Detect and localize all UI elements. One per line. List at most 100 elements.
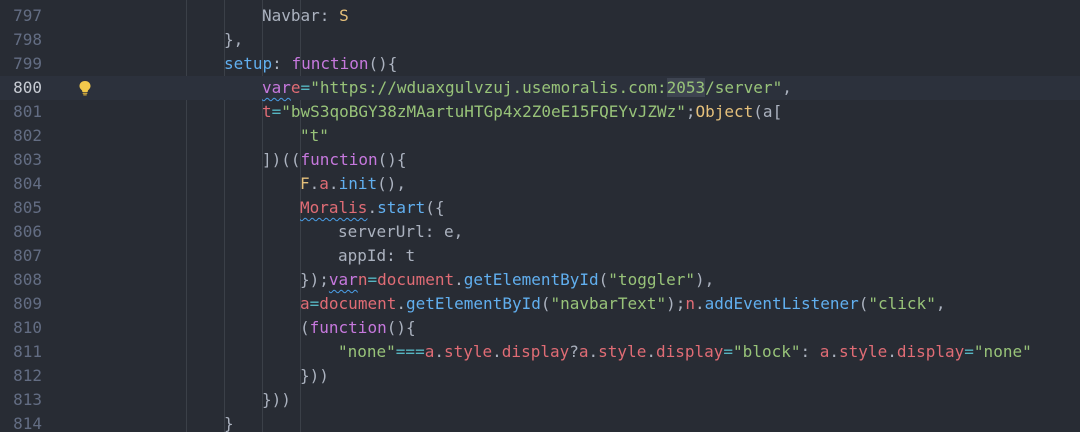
code-token: appId: [338, 246, 387, 265]
code-token: (){: [377, 150, 407, 169]
code-token: e: [290, 78, 301, 97]
code-token: "none": [338, 342, 396, 361]
code-line[interactable]: 803 ])((function(){: [0, 148, 1080, 172]
line-number: 802: [13, 126, 42, 145]
code-token: (a[: [753, 102, 783, 121]
code-token: t: [262, 102, 272, 121]
line-number: 801: [13, 102, 42, 121]
line-number: 807: [13, 246, 42, 265]
code-token: getElementById: [463, 270, 599, 289]
code-token: });: [300, 270, 329, 289]
code-token: function: [309, 318, 387, 337]
code-token: function: [300, 150, 378, 169]
code-token: .: [646, 342, 656, 361]
code-token: ,: [782, 78, 792, 97]
code-text: },: [224, 28, 243, 52]
code-token: Moralis: [300, 198, 368, 217]
code-line[interactable]: 802 "t": [0, 124, 1080, 148]
code-line[interactable]: 812})): [0, 364, 1080, 388]
code-token: .: [588, 342, 599, 361]
code-token: (){: [368, 54, 398, 73]
code-token: })): [300, 366, 329, 385]
code-token: a: [300, 294, 310, 313]
code-token: (: [300, 318, 310, 337]
code-token: setup: [224, 54, 273, 73]
code-token: /server": [705, 78, 783, 97]
code-token: :: [272, 54, 292, 73]
code-editor[interactable]: 797 Navbar: S 798}, 799 setup: function(){80…: [0, 0, 1080, 432]
code-token: ,: [453, 222, 464, 241]
code-text: }: [224, 412, 234, 432]
code-token: "block": [733, 342, 801, 361]
code-token: style: [443, 342, 493, 361]
code-token: style: [839, 342, 888, 361]
code-line[interactable]: 808});varn=document.getElementById("togg…: [0, 268, 1080, 292]
code-token: "t": [300, 126, 329, 145]
code-token: .: [829, 342, 840, 361]
code-line[interactable]: 799 setup: function(){: [0, 52, 1080, 76]
code-token: :: [424, 222, 444, 241]
code-line[interactable]: 805 Moralis.start({: [0, 196, 1080, 220]
code-text: "none"===a.style.display?a.style.display…: [338, 340, 1032, 364]
code-text: "t": [300, 124, 329, 148]
line-number: 803: [13, 150, 42, 169]
code-token: document: [377, 270, 455, 289]
line-number: 799: [13, 54, 42, 73]
line-number: 813: [13, 390, 42, 409]
code-line[interactable]: 807 appId: t: [0, 244, 1080, 268]
code-line[interactable]: 798},: [0, 28, 1080, 52]
code-token: ;: [685, 102, 696, 121]
code-line[interactable]: 811 "none"===a.style.display?a.style.disp…: [0, 340, 1080, 364]
code-token: ,: [935, 294, 946, 313]
code-token: );: [666, 294, 686, 313]
code-token: a: [424, 342, 435, 361]
code-line[interactable]: 814}: [0, 412, 1080, 432]
code-text: });varn=document.getElementById("toggler…: [300, 268, 714, 292]
code-token: "none": [973, 342, 1032, 361]
line-number: 811: [13, 342, 42, 361]
code-token: (){: [386, 318, 416, 337]
lightbulb-icon[interactable]: [78, 80, 92, 96]
code-text: (function(){: [300, 316, 416, 340]
code-line[interactable]: 800 vare="https://wduaxgulvzuj.usemoralis…: [0, 76, 1080, 100]
code-token: ])((: [262, 150, 301, 169]
code-token: (: [858, 294, 869, 313]
code-text: })): [262, 388, 291, 412]
code-token: "https://wduaxgulvzuj.usemoralis.com:: [310, 78, 667, 97]
code-text: })): [300, 364, 329, 388]
code-token: ({: [425, 198, 445, 217]
code-line[interactable]: 801 t="bwS3qoBGY38zMAartuHTGp4x2Z0eE15FQE…: [0, 100, 1080, 124]
line-number: 798: [13, 30, 42, 49]
code-line[interactable]: 804 F.a.init(),: [0, 172, 1080, 196]
code-token: serverUrl: [338, 222, 425, 241]
code-line[interactable]: 810 (function(){: [0, 316, 1080, 340]
code-line[interactable]: 813})): [0, 388, 1080, 412]
code-token: ),: [695, 270, 715, 289]
line-number: 797: [13, 6, 42, 25]
code-token: ?: [569, 342, 579, 361]
code-token: =: [309, 294, 320, 313]
code-token: .: [454, 270, 464, 289]
code-token: =: [367, 270, 378, 289]
code-token: F: [300, 174, 310, 193]
code-token: getElementById: [405, 294, 541, 313]
code-text: F.a.init(),: [300, 172, 406, 196]
code-token: e: [443, 222, 454, 241]
code-token: .: [434, 342, 444, 361]
code-token: n: [685, 294, 695, 313]
code-line[interactable]: 797 Navbar: S: [0, 4, 1080, 28]
code-token: display: [501, 342, 570, 361]
line-number: 804: [13, 174, 42, 193]
code-token: (: [598, 270, 609, 289]
code-line[interactable]: 806 serverUrl: e,: [0, 220, 1080, 244]
line-number: 800: [13, 78, 42, 97]
code-line[interactable]: 809 a=document.getElementById("navbarText…: [0, 292, 1080, 316]
code-token: Navbar: [262, 6, 320, 25]
code-token: (),: [377, 174, 406, 193]
code-token: style: [598, 342, 647, 361]
code-token: :: [386, 246, 406, 265]
code-token: init: [338, 174, 378, 193]
code-token: a: [578, 342, 589, 361]
code-token: function: [291, 54, 369, 73]
code-token: a: [819, 342, 830, 361]
